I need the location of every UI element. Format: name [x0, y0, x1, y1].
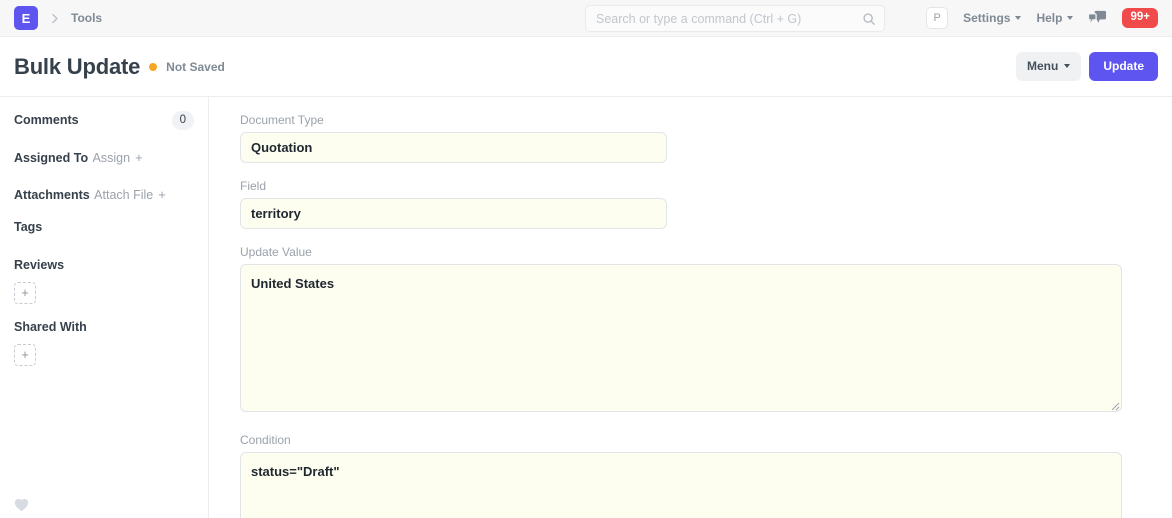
- condition-textarea[interactable]: [240, 452, 1122, 518]
- sidebar-section-shared-with: Shared With +: [14, 318, 194, 366]
- condition-label: Condition: [240, 433, 1142, 447]
- attach-file-button[interactable]: Attach File +: [94, 188, 166, 202]
- status-dot-icon: [149, 63, 157, 71]
- chevron-down-icon: [1067, 16, 1073, 20]
- heart-icon[interactable]: [14, 498, 29, 512]
- field-group-update-value: Update Value: [240, 245, 1142, 417]
- sidebar-section-attachments: Attachments Attach File +: [14, 181, 194, 204]
- update-value-label: Update Value: [240, 245, 1142, 259]
- comments-count-badge: 0: [172, 111, 194, 130]
- search-input[interactable]: Search or type a command (Ctrl + G): [585, 5, 885, 32]
- navbar-right-group: P Settings Help 99+: [926, 7, 1158, 29]
- tags-label: Tags: [14, 220, 42, 234]
- app-logo[interactable]: E: [14, 6, 38, 30]
- page-header: Bulk Update Not Saved Menu Update: [0, 37, 1172, 97]
- settings-dropdown[interactable]: Settings: [963, 11, 1021, 25]
- sidebar: Comments 0 Assigned To Assign + Attachme…: [0, 97, 209, 518]
- document-type-input[interactable]: [240, 132, 667, 163]
- comments-label: Comments: [14, 113, 79, 127]
- status-badge: Not Saved: [166, 60, 225, 74]
- top-navbar: E Tools Search or type a command (Ctrl +…: [0, 0, 1172, 37]
- add-review-button[interactable]: +: [14, 282, 36, 304]
- header-actions: Menu Update: [1016, 52, 1158, 80]
- page-body: Comments 0 Assigned To Assign + Attachme…: [0, 97, 1172, 518]
- assign-button[interactable]: Assign +: [93, 151, 143, 165]
- assigned-to-label: Assigned To: [14, 151, 88, 165]
- add-shared-with-button[interactable]: +: [14, 344, 36, 366]
- sidebar-section-tags: Tags: [14, 218, 194, 236]
- update-button[interactable]: Update: [1089, 52, 1158, 80]
- help-label: Help: [1036, 11, 1062, 25]
- help-dropdown[interactable]: Help: [1036, 11, 1073, 25]
- attach-file-label: Attach File: [94, 188, 153, 202]
- plus-icon: +: [135, 151, 143, 164]
- form-area: Document Type Field Update Value Conditi…: [209, 97, 1172, 518]
- chevron-right-icon: [46, 12, 63, 25]
- chevron-down-icon: [1015, 16, 1021, 20]
- sidebar-section-reviews: Reviews +: [14, 256, 194, 304]
- plus-icon: +: [158, 188, 166, 201]
- assign-label: Assign: [93, 151, 131, 165]
- document-type-label: Document Type: [240, 113, 1142, 127]
- search-icon[interactable]: [862, 12, 876, 26]
- field-input[interactable]: [240, 198, 667, 229]
- avatar[interactable]: P: [926, 7, 948, 29]
- field-group-field: Field: [240, 179, 1142, 229]
- breadcrumb-tools[interactable]: Tools: [71, 11, 102, 25]
- field-label: Field: [240, 179, 1142, 193]
- settings-label: Settings: [963, 11, 1010, 25]
- shared-with-label: Shared With: [14, 320, 87, 334]
- title-group: Bulk Update Not Saved: [14, 54, 225, 80]
- menu-button[interactable]: Menu: [1016, 52, 1081, 80]
- global-search[interactable]: Search or type a command (Ctrl + G): [585, 5, 885, 32]
- chevron-down-icon: [1064, 64, 1070, 68]
- reviews-label: Reviews: [14, 258, 64, 272]
- sidebar-section-assigned-to: Assigned To Assign +: [14, 144, 194, 167]
- sidebar-section-comments: Comments 0: [14, 111, 194, 130]
- menu-button-label: Menu: [1027, 59, 1058, 73]
- page-title: Bulk Update: [14, 54, 140, 80]
- update-value-textarea[interactable]: [240, 264, 1122, 412]
- attachments-label: Attachments: [14, 188, 90, 202]
- navbar-left-group: E Tools: [14, 6, 102, 30]
- notification-badge[interactable]: 99+: [1122, 8, 1158, 28]
- chat-icon[interactable]: [1088, 10, 1107, 26]
- search-placeholder: Search or type a command (Ctrl + G): [596, 12, 862, 26]
- field-group-condition: Condition: [240, 433, 1142, 518]
- field-group-document-type: Document Type: [240, 113, 1142, 163]
